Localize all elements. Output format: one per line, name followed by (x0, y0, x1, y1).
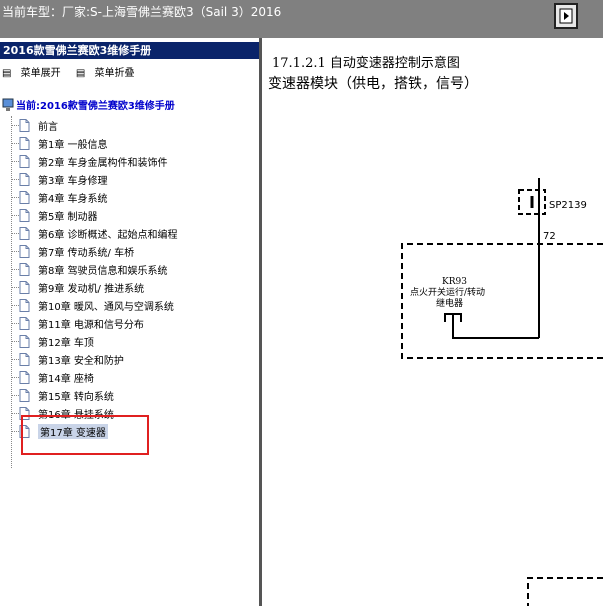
tree-item-label: 第10章 暖风、通风与空调系统 (38, 301, 174, 313)
tree-connector (11, 322, 19, 324)
tree-item[interactable]: 第14章 座椅 (11, 369, 94, 385)
tree-connector (11, 124, 19, 126)
tree-connector (11, 268, 19, 270)
computer-icon (2, 98, 14, 111)
tree-item-label: 第9章 发动机/ 推进系统 (38, 283, 145, 295)
document-icon (19, 172, 30, 186)
document-icon (19, 280, 30, 294)
expand-label: 菜单展开 (20, 68, 61, 79)
tree-item[interactable]: 第13章 安全和防护 (11, 351, 124, 367)
tree-item[interactable]: 第1章 一般信息 (11, 135, 108, 151)
document-icon (19, 370, 30, 384)
tree-connector (11, 304, 19, 306)
tree-item[interactable]: 第2章 车身金属构件和装饰件 (11, 153, 168, 169)
tree-connector (11, 286, 19, 288)
tree-item-label: 第4章 车身系统 (38, 193, 108, 205)
tree-item[interactable]: 第12章 车顶 (11, 333, 94, 349)
document-icon (19, 136, 30, 150)
selection-highlight-box (21, 415, 149, 455)
tree-connector (11, 376, 19, 378)
tree-root[interactable]: 当前:2016款雪佛兰赛欧3维修手册 (2, 97, 175, 112)
collapse-label: 菜单折叠 (94, 68, 135, 79)
relay-name-line1: 点火开关运行/转动 (410, 286, 485, 298)
document-icon (19, 190, 30, 204)
document-icon (19, 316, 30, 330)
tree-item[interactable]: 第10章 暖风、通风与空调系统 (11, 297, 174, 313)
sidebar-header: 2016款雪佛兰赛欧3维修手册 (0, 42, 259, 59)
expand-icon: ▤ (2, 68, 12, 79)
tree-connector (11, 430, 19, 432)
document-icon (19, 226, 30, 240)
wiring-diagram: SP2139 72 KR93 点火开关运行/转动 继电器 (401, 178, 603, 606)
tree-connector (11, 232, 19, 234)
relay-wire (452, 314, 539, 339)
tree-item[interactable]: 前言 (11, 117, 58, 133)
tree-item-label: 第6章 诊断概述、起始点和编程 (38, 229, 178, 241)
document-icon (19, 118, 30, 132)
module-box (401, 243, 603, 359)
document-icon (19, 262, 30, 276)
tree-item-label: 第5章 制动器 (38, 211, 98, 223)
collapse-menu-button[interactable]: ▤ 菜单折叠 (76, 68, 141, 79)
document-icon (19, 388, 30, 402)
tree-connector (11, 214, 19, 216)
tree-connector (11, 412, 19, 414)
tree-item[interactable]: 第6章 诊断概述、起始点和编程 (11, 225, 178, 241)
tree-item-label: 第12章 车顶 (38, 337, 94, 349)
tree-item-label: 第11章 电源和信号分布 (38, 319, 144, 331)
tree-item[interactable]: 第11章 电源和信号分布 (11, 315, 144, 331)
panel-toggle-icon (559, 8, 573, 24)
tree-item[interactable]: 第8章 驾驶员信息和娱乐系统 (11, 261, 168, 277)
tree-item[interactable]: 第7章 传动系统/ 车桥 (11, 243, 134, 259)
tree-connector (11, 160, 19, 162)
tree-connector (11, 142, 19, 144)
toggle-panel-button[interactable] (554, 3, 578, 29)
sidebar: 2016款雪佛兰赛欧3维修手册 ▤ 菜单展开 ▤ 菜单折叠 当前:2016款雪佛… (0, 38, 259, 606)
relay-name-line2: 继电器 (436, 297, 463, 309)
tree-item[interactable]: 第15章 转向系统 (11, 387, 114, 403)
tree-item[interactable]: 第9章 发动机/ 推进系统 (11, 279, 144, 295)
tree-item[interactable]: 第5章 制动器 (11, 207, 98, 223)
lower-module-box (527, 577, 603, 606)
tree-item-label: 第1章 一般信息 (38, 139, 108, 151)
tree-connector (11, 178, 19, 180)
relay-code: KR93 (442, 277, 467, 287)
document-icon (19, 244, 30, 258)
tree-connector (11, 196, 19, 198)
tree-item-label: 第13章 安全和防护 (38, 355, 124, 367)
tree-item-label: 第3章 车身修理 (38, 175, 108, 187)
window-title: 当前车型：厂家:S-上海雪佛兰赛欧3（Sail 3）2016 (2, 5, 282, 19)
document-icon (19, 154, 30, 168)
wire-label: 72 (543, 231, 556, 242)
content-pane: 17.1.2.1 自动变速器控制示意图 变速器模块（供电，搭铁，信号） SP21… (262, 38, 603, 606)
title-bar: 当前车型：厂家:S-上海雪佛兰赛欧3（Sail 3）2016 (0, 0, 603, 38)
tree-connector (11, 340, 19, 342)
menu-controls: ▤ 菜单展开 ▤ 菜单折叠 (2, 64, 146, 79)
tree-item-label: 第14章 座椅 (38, 373, 94, 385)
tree-item-label: 第7章 传动系统/ 车桥 (38, 247, 135, 259)
tree-root-label: 当前:2016款雪佛兰赛欧3维修手册 (16, 101, 175, 112)
tree-item-label: 第2章 车身金属构件和装饰件 (38, 157, 168, 169)
splice-label: SP2139 (549, 200, 587, 211)
tree-item[interactable]: 第4章 车身系统 (11, 189, 108, 205)
tree-item[interactable]: 第3章 车身修理 (11, 171, 108, 187)
tree-item-label: 前言 (38, 121, 58, 133)
tree-connector (11, 358, 19, 360)
document-icon (19, 334, 30, 348)
tree-item-label: 第15章 转向系统 (38, 391, 114, 403)
expand-menu-button[interactable]: ▤ 菜单展开 (2, 68, 70, 79)
document-icon (19, 298, 30, 312)
document-icon (19, 208, 30, 222)
tree-item-label: 第8章 驾驶员信息和娱乐系统 (38, 265, 168, 277)
collapse-icon: ▤ (75, 68, 86, 79)
document-icon (19, 352, 30, 366)
tree-connector (11, 250, 19, 252)
tree-connector (11, 394, 19, 396)
